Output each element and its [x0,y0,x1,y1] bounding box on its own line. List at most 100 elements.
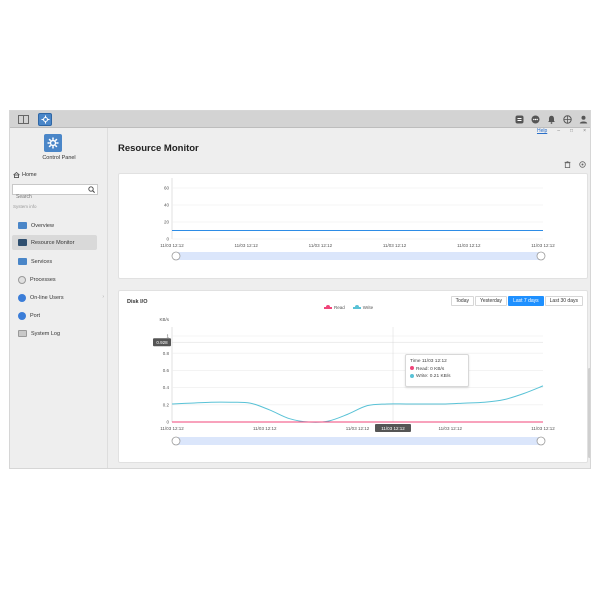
y-tick-label: 60 [164,186,170,191]
search-icon[interactable] [88,186,95,193]
write-dot-icon [410,373,414,378]
minimize-button[interactable]: – [557,128,560,134]
y-tick-label: 0 [166,237,169,242]
chevron-right-icon: › [102,294,104,300]
disk-io-range-band [176,437,541,445]
sidebar-item-resource-monitor[interactable]: Resource Monitor [12,235,97,250]
legend-label: Write [362,305,374,310]
sidebar-item-label: Processes [30,276,56,283]
legend-label: Read [334,305,345,310]
chart-tooltip: Time 11/03 12:12 Read: 0 KB/s Write: 0.2… [405,354,469,387]
port-icon [18,311,26,320]
sidebar-item-online-users[interactable]: On-line Users › [12,290,104,305]
home-icon [13,172,20,178]
disk-io-card: KB/s 1 0.8 0.6 0.4 0.2 0 0.928 11/03 12:12 11/03 … [118,290,588,463]
disk-io-range-handle-right [536,436,546,446]
sidebar-item-label: On-line Users [30,294,64,301]
home-link[interactable]: Home [13,172,37,178]
tooltip-write: Write: 0.21 KB/s [416,374,451,379]
range-yesterday-button[interactable]: Yesterday [475,296,508,306]
home-label: Home [22,172,37,178]
read-swatch [324,305,332,309]
notification-bell-icon[interactable] [546,114,557,125]
legend-item-write[interactable]: Write [352,305,374,310]
write-swatch [352,305,361,309]
close-button[interactable]: × [583,128,586,134]
user-icon[interactable] [578,114,589,125]
range-last-7-days-button[interactable]: Last 7 days [508,296,544,306]
tasks-icon[interactable] [514,114,525,125]
x-tick-label: 11/03 12:12 [309,243,333,248]
y-tick-label: 0.8 [163,351,170,356]
y-tick-label: 0.2 [163,402,170,407]
read-dot-icon [410,366,414,371]
control-panel-taskbar-icon[interactable] [38,113,52,126]
x-tick-label: 11/03 12:12 [160,426,184,431]
app-title: Control Panel [42,155,76,161]
top-line-chart: 604020011/03 12:12 11/03 12:12 11/03 12:12… [160,178,555,261]
tooltip-time: Time 11/03 12:12 [410,359,447,364]
top-chart-range-handle-right [536,251,546,261]
x-tick-label: 11/03 12:12 [234,243,258,248]
window-controls: Help – □ × [537,128,586,134]
show-desktop-icon[interactable] [16,113,30,126]
search-input[interactable] [13,192,83,202]
control-panel-logo-icon [44,134,62,152]
sidebar-item-label: System Log [31,330,61,337]
overview-icon [18,222,27,229]
sidebar-item-label: Services [31,258,53,265]
toolbar [564,161,586,168]
page-title: Resource Monitor [118,143,199,154]
chart-legend: Read Write [324,305,373,310]
y-cursor-value: 0.928 [156,340,168,345]
y-tick-label: 0.4 [163,385,170,390]
options-icon[interactable] [562,114,573,125]
x-tick-label: 11/03 12:12 [439,426,463,431]
top-taskbar [10,111,590,128]
settings-icon[interactable] [579,161,586,168]
trash-icon[interactable] [564,161,571,168]
main-content: Help – □ × Resource Monitor 60 40 20 0 11/03… [108,128,590,468]
sidebar-item-label: Resource Monitor [31,239,75,246]
x-tick-label: 11/03 12:12 [457,243,481,248]
time-range-selector: Today Yesterday Last 7 days Last 30 days [450,296,583,306]
y-tick-label: 40 [164,203,170,208]
y-tick-label: 0 [166,420,169,425]
sidebar-item-label: Overview [31,222,54,229]
write-series-line [171,385,544,423]
services-icon [18,258,27,265]
top-chart-range-band [176,252,541,260]
x-cursor-time: 11/03 12:12 [381,426,405,431]
sidebar: Control Panel Home System info Overview … [10,128,108,468]
help-link[interactable]: Help [537,128,547,134]
system-log-icon [18,330,27,337]
range-today-button[interactable]: Today [450,296,474,306]
resource-monitor-icon [18,239,27,246]
top-chart-range-handle-left [171,251,181,261]
x-tick-label: 11/03 12:12 [383,243,407,248]
x-tick-label: 11/03 12:12 [531,426,555,431]
legend-item-read[interactable]: Read [324,305,345,310]
control-panel-window: Control Panel Home System info Overview … [9,110,591,469]
main-scrollbar[interactable] [588,368,590,458]
tooltip-read: Read: 0 KB/s [416,366,445,372]
x-tick-label: 11/03 12:12 [160,243,184,248]
online-users-icon [18,293,26,302]
x-tick-label: 11/03 12:12 [253,426,277,431]
disk-io-range-handle-left [171,436,181,446]
sidebar-item-processes[interactable]: Processes [12,272,97,287]
range-last-30-days-button[interactable]: Last 30 days [544,296,583,306]
disk-io-title: Disk I/O [127,299,148,305]
x-tick-label: 11/03 12:12 [346,426,370,431]
search-field[interactable] [12,184,98,202]
y-tick-label: 0.6 [163,368,170,373]
sidebar-item-system-log[interactable]: System Log [12,326,97,341]
restore-button[interactable]: □ [570,128,573,134]
sidebar-item-port[interactable]: Port [12,308,97,323]
sidebar-item-services[interactable]: Services [12,254,97,269]
x-tick-label: 11/03 12:12 [531,243,555,248]
sidebar-item-label: Port [30,312,41,319]
processes-icon [18,275,26,284]
sidebar-item-overview[interactable]: Overview [12,218,97,233]
message-icon[interactable] [530,114,541,125]
